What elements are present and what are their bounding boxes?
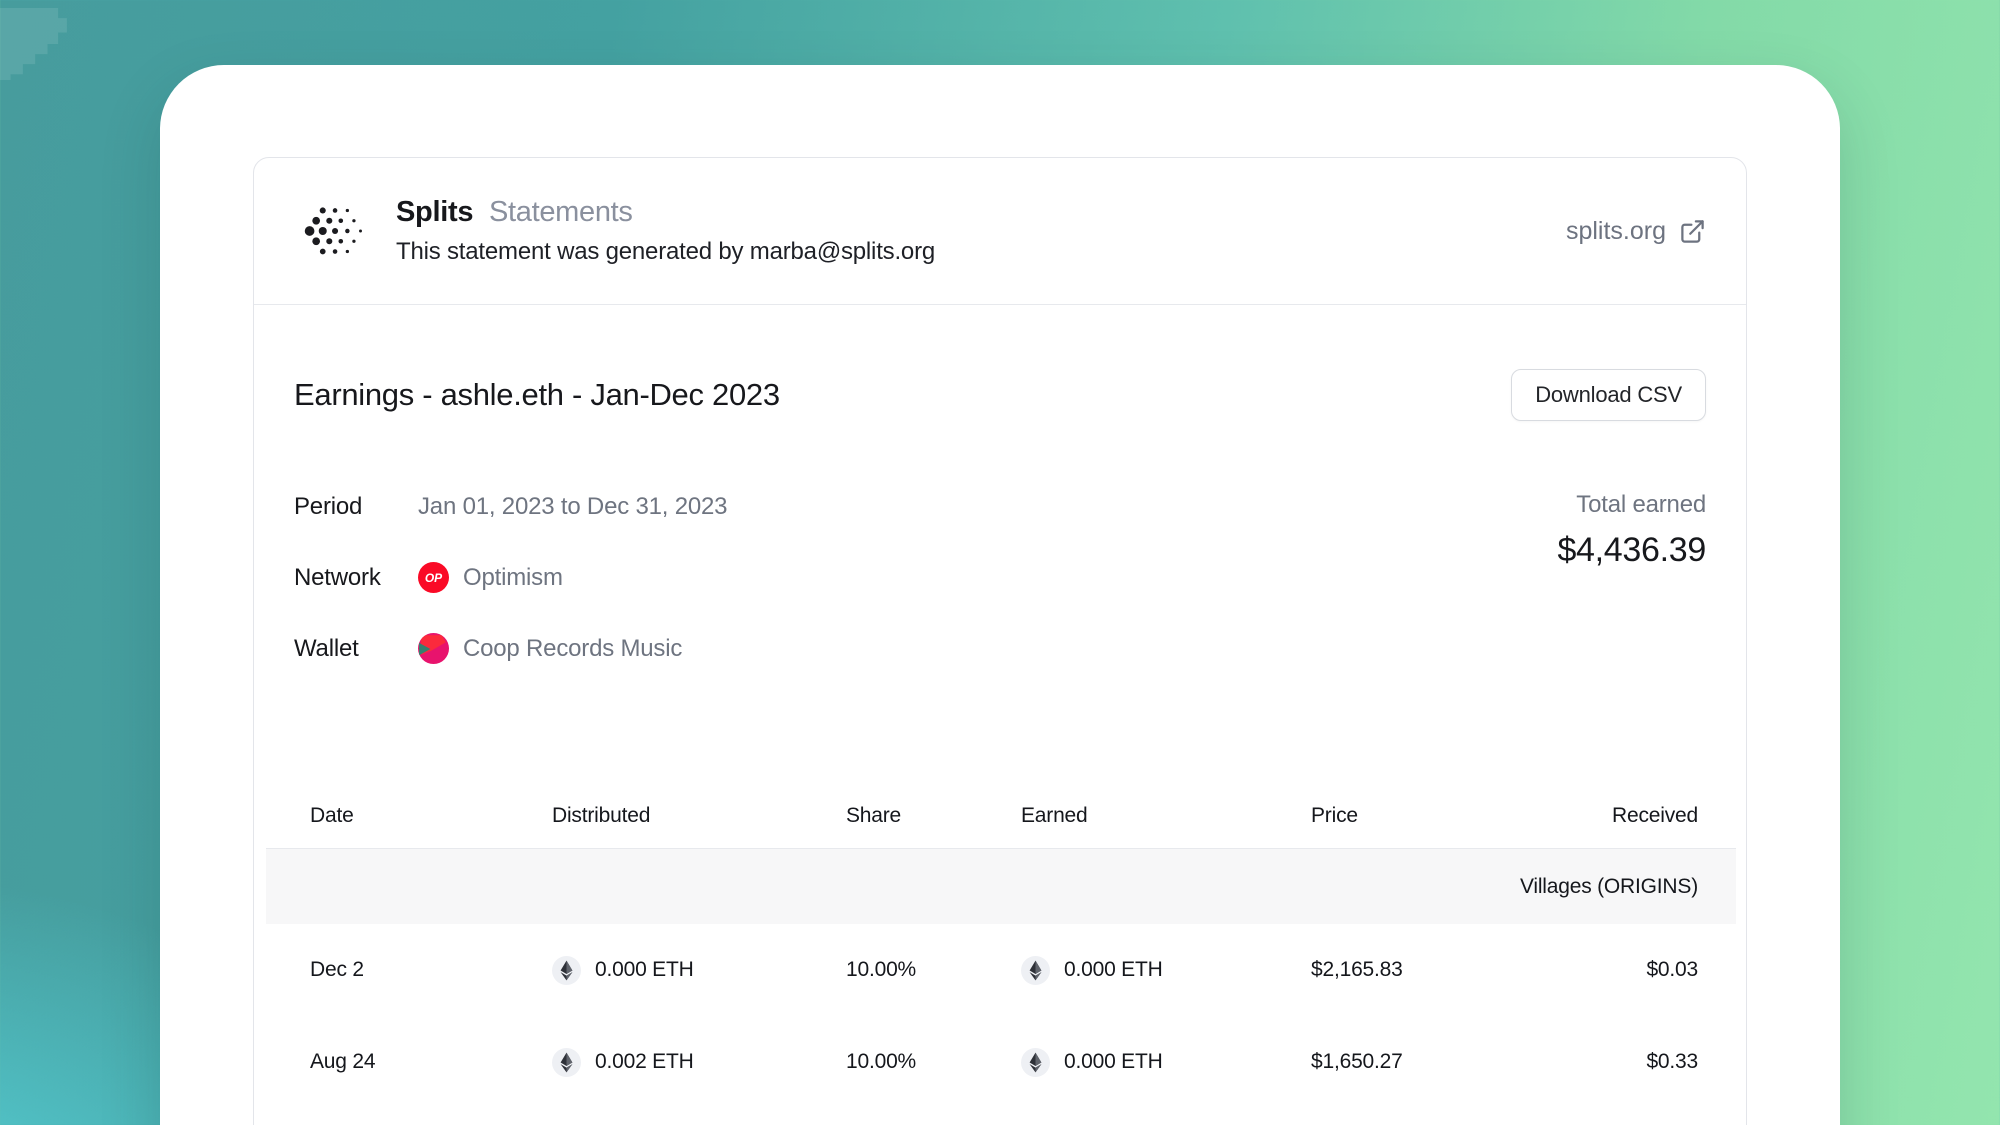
background-pixel-decoration <box>0 8 88 80</box>
cell-earned: 0.000 ETH <box>1021 1016 1311 1108</box>
col-header-earned: Earned <box>1021 784 1311 849</box>
brand-title: Splits Statements <box>396 196 935 229</box>
statement-generated-by: This statement was generated by marba@sp… <box>396 238 935 266</box>
period-label: Period <box>294 493 418 521</box>
eth-icon <box>1021 956 1050 985</box>
cell-received: $195.02 <box>1591 1108 1736 1125</box>
group-row-label: Villages (ORIGINS) <box>266 849 1736 925</box>
meta-row-network: Network OP Optimism <box>294 562 727 593</box>
wallet-label: Wallet <box>294 635 418 663</box>
wallet-avatar <box>418 633 449 664</box>
earned-value: 0.000 ETH <box>1064 958 1163 982</box>
cell-price: $1,895.90 <box>1311 1108 1591 1125</box>
optimism-icon: OP <box>418 562 449 593</box>
brand-text: Splits Statements This statement was gen… <box>396 196 935 266</box>
table-group-row: Villages (ORIGINS) <box>266 849 1736 925</box>
cell-date: Aug 24 <box>266 1016 552 1108</box>
meta-section: Period Jan 01, 2023 to Dec 31, 2023 Netw… <box>294 491 1706 704</box>
col-header-date: Date <box>266 784 552 849</box>
wallet-value: Coop Records Music <box>463 635 682 663</box>
title-row: Earnings - ashle.eth - Jan-Dec 2023 Down… <box>294 369 1706 421</box>
col-header-share: Share <box>846 784 1021 849</box>
eth-icon <box>552 1048 581 1077</box>
total-earned-block: Total earned $4,436.39 <box>1557 491 1706 570</box>
page-card: Splits Statements This statement was gen… <box>160 65 1840 1125</box>
cell-price: $1,650.27 <box>1311 1016 1591 1108</box>
optimism-badge: OP <box>418 562 449 593</box>
table-row: Aug 24 0.002 ETH 10.00% 0.000 ETH <box>266 1016 1736 1108</box>
cell-distributed: 0.002 ETH <box>552 1016 846 1108</box>
network-value: Optimism <box>463 564 563 592</box>
page-title: Earnings - ashle.eth - Jan-Dec 2023 <box>294 377 780 413</box>
cell-earned: 0.000 ETH <box>1021 924 1311 1016</box>
col-header-received: Received <box>1591 784 1736 849</box>
cell-share: 10.00% <box>846 924 1021 1016</box>
col-header-distributed: Distributed <box>552 784 846 849</box>
external-link-icon <box>1679 218 1706 245</box>
table-row: Jul 20 1.029 ETH 10.00% 0.103 ETH <box>266 1108 1736 1125</box>
table-row: Dec 2 0.000 ETH 10.00% 0.000 ETH <box>266 924 1736 1016</box>
splits-org-link[interactable]: splits.org <box>1566 217 1706 246</box>
cell-earned: 0.103 ETH <box>1021 1108 1311 1125</box>
statement-body: Earnings - ashle.eth - Jan-Dec 2023 Down… <box>254 369 1746 704</box>
earned-value: 0.000 ETH <box>1064 1050 1163 1074</box>
cell-share: 10.00% <box>846 1016 1021 1108</box>
meta-row-wallet: Wallet Coop Records Musi <box>294 633 727 664</box>
meta-row-period: Period Jan 01, 2023 to Dec 31, 2023 <box>294 491 727 522</box>
eth-icon <box>552 956 581 985</box>
brand-group: Splits Statements This statement was gen… <box>294 194 935 268</box>
col-header-price: Price <box>1311 784 1591 849</box>
cell-distributed: 1.029 ETH <box>552 1108 846 1125</box>
network-label: Network <box>294 564 418 592</box>
cell-share: 10.00% <box>846 1108 1021 1125</box>
distributed-value: 0.002 ETH <box>595 1050 694 1074</box>
cell-received: $0.03 <box>1591 924 1736 1016</box>
cell-date: Dec 2 <box>266 924 552 1016</box>
earnings-table: Date Distributed Share Earned Price Rece… <box>266 784 1734 1125</box>
statement-card: Splits Statements This statement was gen… <box>253 157 1747 1125</box>
total-earned-value: $4,436.39 <box>1557 531 1706 570</box>
splits-org-link-label: splits.org <box>1566 217 1666 246</box>
brand-product: Statements <box>489 196 633 228</box>
eth-icon <box>1021 1048 1050 1077</box>
download-csv-button[interactable]: Download CSV <box>1511 369 1706 421</box>
cell-price: $2,165.83 <box>1311 924 1591 1016</box>
statement-header: Splits Statements This statement was gen… <box>254 158 1746 305</box>
meta-list: Period Jan 01, 2023 to Dec 31, 2023 Netw… <box>294 491 727 704</box>
table-header-row: Date Distributed Share Earned Price Rece… <box>266 784 1736 849</box>
cell-received: $0.33 <box>1591 1016 1736 1108</box>
distributed-value: 0.000 ETH <box>595 958 694 982</box>
brand-name: Splits <box>396 196 473 228</box>
total-earned-label: Total earned <box>1557 491 1706 519</box>
splits-logo-icon <box>294 194 372 268</box>
cell-distributed: 0.000 ETH <box>552 924 846 1016</box>
cell-date: Jul 20 <box>266 1108 552 1125</box>
period-value: Jan 01, 2023 to Dec 31, 2023 <box>418 493 727 521</box>
